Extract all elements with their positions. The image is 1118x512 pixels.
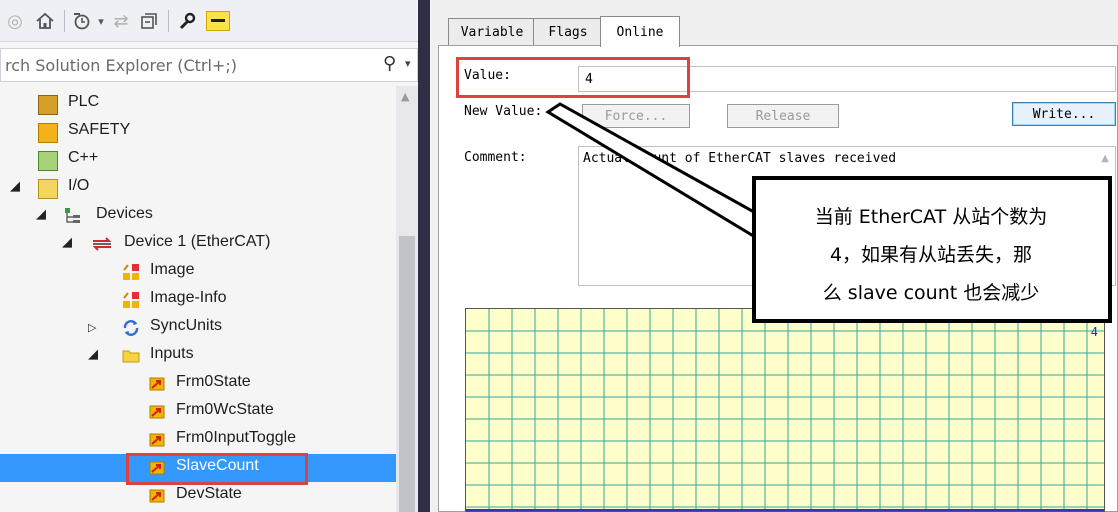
tree-item-cpp[interactable]: C++	[0, 146, 396, 174]
chart-grid	[466, 309, 1104, 511]
tree-item-plc[interactable]: PLC	[0, 90, 396, 118]
search-input[interactable]: rch Solution Explorer (Ctrl+;)	[5, 56, 237, 75]
pane-splitter[interactable]	[418, 0, 430, 512]
io-icon	[38, 179, 58, 199]
tree-item-label: C++	[68, 149, 99, 166]
tree-item-label: DevState	[176, 485, 242, 502]
expanded-arrow-icon[interactable]: ◢	[88, 347, 98, 362]
expanded-arrow-icon[interactable]: ◢	[62, 235, 72, 250]
tree-item-inputs[interactable]: ◢ Inputs	[0, 342, 396, 370]
comment-text: Actual count of EtherCAT slaves received	[583, 151, 897, 166]
folder-icon	[122, 347, 140, 365]
plc-icon	[38, 95, 58, 115]
chart-value-label: 4	[1090, 325, 1098, 339]
toolbar-separator	[64, 10, 65, 32]
tree-item-frm0wcstate[interactable]: Frm0WcState	[0, 398, 396, 426]
tree-item-frm0inputtoggle[interactable]: Frm0InputToggle	[0, 426, 396, 454]
input-var-icon	[148, 487, 166, 505]
release-button[interactable]: Release	[727, 104, 839, 128]
scrollbar-thumb[interactable]	[399, 236, 415, 512]
solution-explorer-search[interactable]: rch Solution Explorer (Ctrl+;) ⚲ ▾	[0, 48, 418, 82]
scroll-up-icon[interactable]: ▲	[1101, 153, 1109, 164]
tree-item-syncunits[interactable]: ▷ SyncUnits	[0, 314, 396, 342]
solution-tree: PLC SAFETY C++ ◢ I/O ◢ Devices ◢ Device …	[0, 86, 396, 512]
image-icon	[122, 263, 140, 281]
pin-icon[interactable]	[204, 9, 232, 33]
annotation-line: 4，如果有从站丢失，那	[829, 244, 1033, 266]
annotation-line: 么 slave count 也会减少	[822, 282, 1040, 304]
tree-item-safety[interactable]: SAFETY	[0, 118, 396, 146]
tree-item-label: Device 1 (EtherCAT)	[124, 233, 271, 250]
expanded-arrow-icon[interactable]: ◢	[10, 179, 20, 194]
input-var-icon	[148, 403, 166, 421]
tab-variable[interactable]: Variable	[448, 18, 536, 46]
forward-icon[interactable]: ⇄	[110, 9, 132, 33]
tree-item-label: Frm0State	[176, 373, 251, 390]
scroll-up-icon[interactable]: ▲	[401, 90, 409, 103]
new-value-label: New Value:	[464, 104, 543, 119]
tree-item-label: Frm0InputToggle	[176, 429, 297, 446]
value-highlight-box	[456, 57, 690, 98]
history-dropdown-icon[interactable]: ▾	[94, 9, 108, 33]
sync-icon	[122, 319, 140, 337]
tree-item-image-info[interactable]: Image-Info	[0, 286, 396, 314]
tree-item-label: Image-Info	[150, 289, 227, 306]
back-icon[interactable]: ◎	[4, 9, 26, 33]
tree-item-image[interactable]: Image	[0, 258, 396, 286]
force-button[interactable]: Force...	[582, 104, 690, 128]
slavecount-highlight-box	[126, 453, 308, 485]
online-value-chart: 4	[465, 308, 1105, 512]
tree-item-devices[interactable]: ◢ Devices	[0, 202, 396, 230]
history-icon[interactable]	[68, 9, 94, 33]
tree-item-frm0state[interactable]: Frm0State	[0, 370, 396, 398]
tree-item-devstate[interactable]: DevState	[0, 482, 396, 510]
collapsed-arrow-icon[interactable]: ▷	[88, 321, 96, 334]
collapse-icon[interactable]	[136, 9, 162, 33]
comment-label: Comment:	[464, 150, 527, 165]
expanded-arrow-icon[interactable]: ◢	[36, 207, 46, 222]
safety-icon	[38, 123, 58, 143]
tree-item-label: Devices	[96, 205, 153, 222]
devices-icon	[64, 207, 82, 225]
tab-online[interactable]: Online	[600, 16, 680, 47]
solution-explorer-toolbar: ◎ ▾ ⇄	[0, 0, 418, 42]
write-button[interactable]: Write...	[1012, 102, 1116, 126]
tree-item-label: Frm0WcState	[176, 401, 274, 418]
ethercat-device-icon	[92, 235, 112, 253]
tree-item-io[interactable]: ◢ I/O	[0, 174, 396, 202]
tab-flags[interactable]: Flags	[533, 18, 603, 46]
search-icon[interactable]: ⚲	[383, 53, 396, 74]
toolbar-separator	[168, 10, 169, 32]
annotation-text: 当前 EtherCAT 从站个数为 4，如果有从站丢失，那 么 slave co…	[766, 198, 1096, 312]
cpp-icon	[38, 151, 58, 171]
annotation-line: 当前 EtherCAT 从站个数为	[814, 206, 1048, 228]
annotation-callout: 当前 EtherCAT 从站个数为 4，如果有从站丢失，那 么 slave co…	[752, 176, 1112, 323]
home-icon[interactable]	[32, 9, 58, 33]
chevron-down-icon[interactable]: ▾	[405, 57, 411, 70]
tree-item-label: Image	[150, 261, 195, 278]
input-var-icon	[148, 431, 166, 449]
tree-item-label: SyncUnits	[150, 317, 223, 334]
tree-item-label: Inputs	[150, 345, 194, 362]
input-var-icon	[148, 375, 166, 393]
image-info-icon	[122, 291, 140, 309]
tree-item-label: SAFETY	[68, 121, 131, 138]
tree-item-device-1[interactable]: ◢ Device 1 (EtherCAT)	[0, 230, 396, 258]
tree-item-label: PLC	[68, 93, 100, 110]
tree-item-label: I/O	[68, 177, 90, 194]
wrench-icon[interactable]	[174, 9, 200, 33]
tree-scrollbar[interactable]: ▲	[396, 86, 418, 512]
